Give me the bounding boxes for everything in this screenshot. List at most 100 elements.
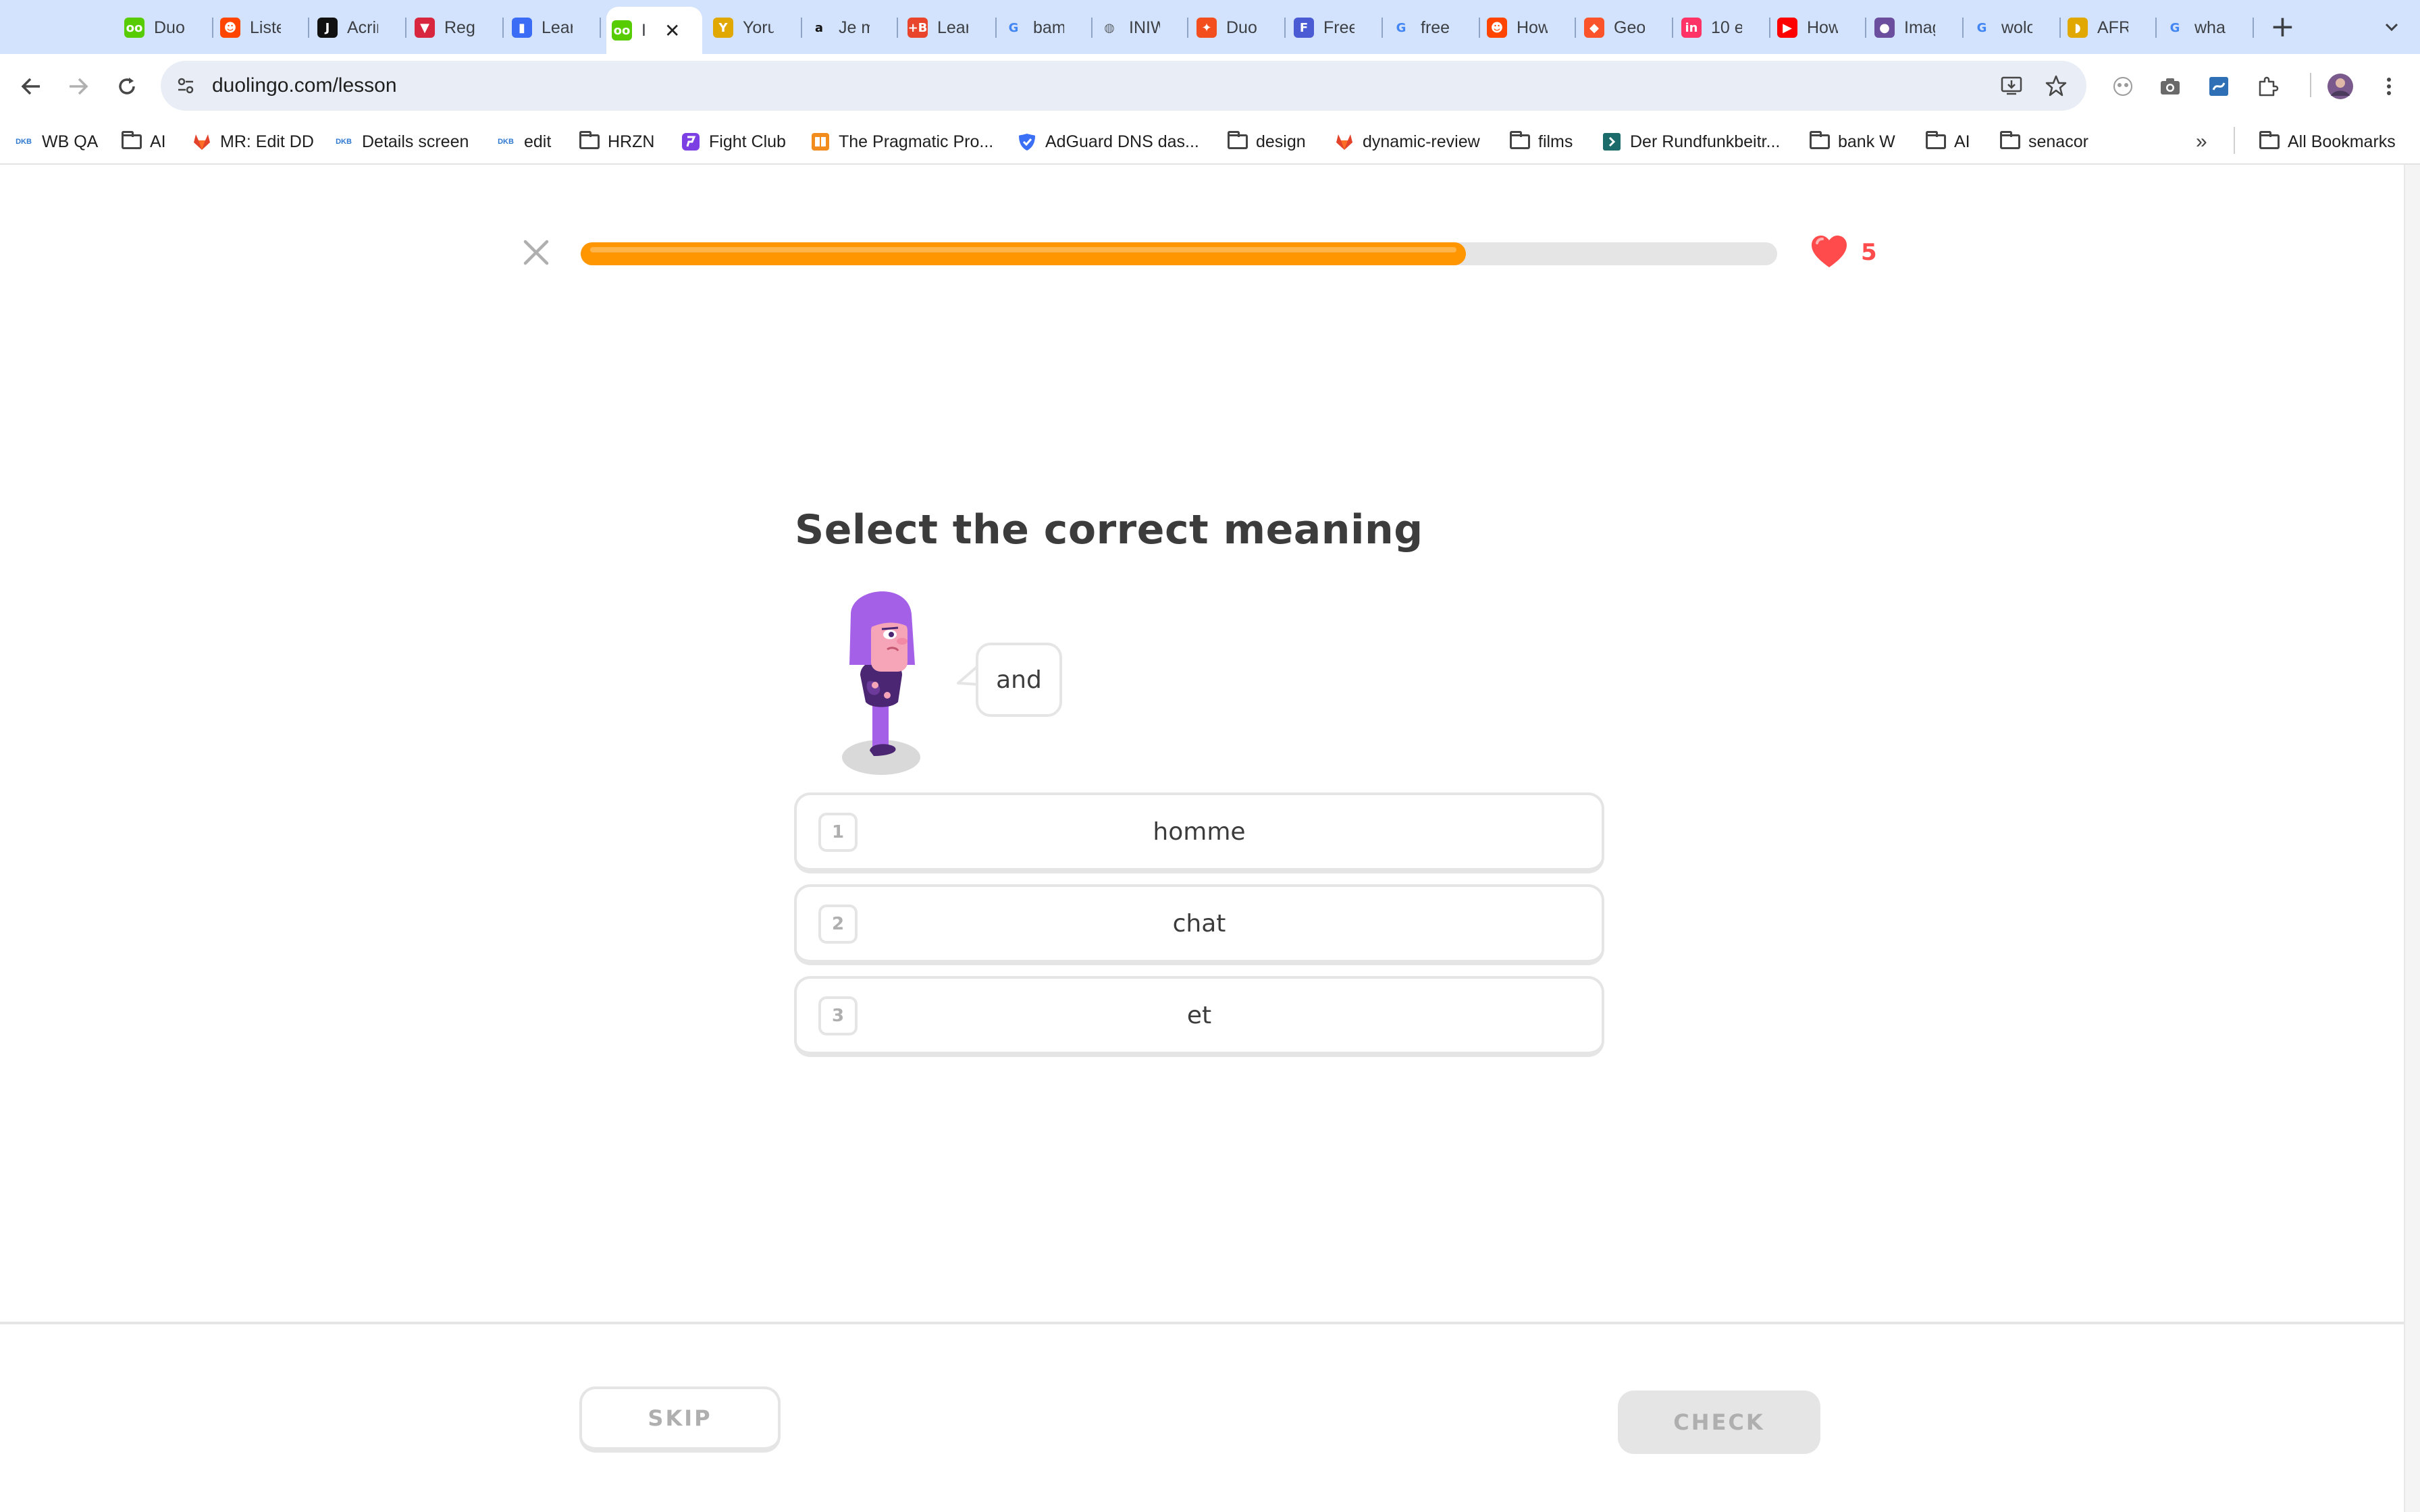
browser-tab[interactable]: in 10 e <box>1676 9 1770 46</box>
bookmark-item[interactable]: DKB Details screen <box>334 128 469 155</box>
hearts-count: 5 <box>1861 239 1877 266</box>
all-bookmarks-label: All Bookmarks <box>2288 132 2396 151</box>
bookmark-item[interactable]: senacor <box>2000 128 2088 155</box>
close-lesson-icon[interactable] <box>520 236 552 269</box>
tab-title: I <box>641 20 646 40</box>
bookmark-label: AdGuard DNS das... <box>1045 132 1199 151</box>
browser-tab[interactable]: ☻ How <box>1481 9 1576 46</box>
bookmark-item[interactable]: HRZN <box>579 128 654 155</box>
bookmark-item[interactable]: MR: Edit DD <box>192 128 314 155</box>
bookmark-label: edit <box>524 132 552 151</box>
browser-tab[interactable]: ◗ AFR <box>2062 9 2157 46</box>
browser-tab[interactable]: oo Duol <box>119 9 213 46</box>
choice-label: homme <box>1153 818 1246 846</box>
browser-tab[interactable]: Y Yoru <box>708 9 802 46</box>
bookmark-item[interactable]: dynamic-review <box>1334 128 1480 155</box>
bookmark-item[interactable]: Fight Club <box>681 128 786 155</box>
speech-bubble[interactable]: and <box>976 643 1062 717</box>
camera-icon[interactable] <box>2154 70 2186 103</box>
reddit-icon: ☻ <box>220 18 240 38</box>
bookmark-item[interactable]: The Pragmatic Pro... <box>810 128 993 155</box>
avatar-icon: ● <box>1874 18 1895 38</box>
tab-separator <box>1382 18 1383 38</box>
bookmark-star-icon[interactable] <box>2042 72 2070 100</box>
browser-tab[interactable]: a Je m <box>804 9 898 46</box>
bookmark-item[interactable]: AI <box>1926 128 1970 155</box>
tab-title: How <box>1807 18 1838 37</box>
profile-avatar-icon[interactable] <box>2324 70 2357 103</box>
bookmark-item[interactable]: AI <box>122 128 166 155</box>
tab-title: Liste <box>250 18 281 37</box>
more-bookmarks-button[interactable]: » <box>2196 128 2207 155</box>
tab-separator <box>1672 18 1673 38</box>
bookmarks-bar: DKB WB QA AI MR: Edit DD DKB Details screen DK… <box>0 119 2420 165</box>
all-bookmarks-button[interactable]: All Bookmarks <box>2259 128 2396 155</box>
browser-tab[interactable]: ◍ INIW <box>1094 9 1188 46</box>
browser-tab[interactable]: ▶ How <box>1772 9 1866 46</box>
bookmark-item[interactable]: films <box>1510 128 1573 155</box>
bookmark-label: AI <box>1954 132 1970 151</box>
browser-tab[interactable]: oo I ✕ <box>606 7 702 54</box>
bookmark-label: HRZN <box>608 132 655 151</box>
browser-tab[interactable]: ▮ Lear <box>506 9 601 46</box>
close-tab-icon[interactable]: ✕ <box>664 20 680 42</box>
tab-separator <box>1091 18 1093 38</box>
browser-tab[interactable]: Gfree <box>1386 9 1480 46</box>
bookmark-item[interactable]: bank W <box>1810 128 1895 155</box>
browser-tab[interactable]: J Acrir <box>312 9 406 46</box>
dkb-icon: DKB <box>16 138 32 146</box>
browser-tab[interactable]: ✦ Duol <box>1191 9 1286 46</box>
back-arrow-icon[interactable] <box>14 69 49 104</box>
browser-tab[interactable]: ● Imag <box>1869 9 1964 46</box>
folder-icon <box>2259 131 2280 151</box>
browser-tab[interactable]: +B Lear <box>902 9 997 46</box>
bookmark-item[interactable]: DKB edit <box>496 128 551 155</box>
extension-owl-icon[interactable] <box>2107 70 2139 103</box>
bookmark-item[interactable]: design <box>1228 128 1306 155</box>
tab-title: Geo <box>1614 18 1645 37</box>
tab-separator <box>1479 18 1480 38</box>
browser-tab[interactable]: ☻ Liste <box>215 9 309 46</box>
new-tab-button[interactable]: + <box>2270 11 2295 43</box>
chrome-menu-icon[interactable] <box>2373 70 2405 103</box>
site-settings-icon[interactable] <box>170 70 201 101</box>
choice-option-1[interactable]: 1 homme <box>794 792 1604 873</box>
folder-icon <box>1926 131 1946 151</box>
folder-icon <box>1810 131 1830 151</box>
address-bar[interactable]: duolingo.com/lesson <box>161 61 2086 111</box>
bookmark-label: films <box>1538 132 1573 151</box>
browser-tab[interactable]: Gwha <box>2159 9 2254 46</box>
extensions-puzzle-icon[interactable] <box>2251 70 2284 103</box>
bookmark-item[interactable]: Der Rundfunkbeitr... <box>1602 128 1780 155</box>
google-icon: G <box>2169 20 2180 35</box>
tab-title: wolo <box>2001 18 2032 37</box>
install-app-icon[interactable] <box>1997 72 2026 100</box>
choice-option-2[interactable]: 2 chat <box>794 884 1604 965</box>
tab-separator <box>801 18 802 38</box>
page-scrollbar[interactable] <box>2404 165 2420 1512</box>
reload-icon[interactable] <box>109 69 144 104</box>
browser-tab[interactable]: ▼ Rega <box>409 9 504 46</box>
check-button[interactable]: CHECK <box>1618 1390 1820 1454</box>
browser-tab[interactable]: ◆ Geo <box>1579 9 1673 46</box>
tab-separator <box>405 18 406 38</box>
forward-arrow-icon[interactable] <box>61 69 96 104</box>
tab-title: wha <box>2194 18 2226 37</box>
browser-tab[interactable]: F Free <box>1288 9 1383 46</box>
heart-icon <box>1810 234 1849 270</box>
browser-tab[interactable]: Gwolo <box>1966 9 2061 46</box>
bookmark-item[interactable]: DKB WB QA <box>14 128 98 155</box>
tab-separator <box>1769 18 1770 38</box>
tab-separator <box>995 18 997 38</box>
choice-option-3[interactable]: 3 et <box>794 976 1604 1057</box>
tab-search-chevron-icon[interactable] <box>2377 12 2406 42</box>
screen-extension-icon[interactable] <box>2203 70 2235 103</box>
browser-tab[interactable]: Gbam <box>998 9 1093 46</box>
tab-separator <box>1962 18 1964 38</box>
skip-button[interactable]: SKIP <box>579 1386 781 1453</box>
bookmark-item[interactable]: AdGuard DNS das... <box>1017 128 1199 155</box>
tab-title: 10 e <box>1711 18 1742 37</box>
dkb-icon: DKB <box>498 138 514 146</box>
url-text[interactable]: duolingo.com/lesson <box>212 74 397 97</box>
lily-character-illustration <box>831 574 932 783</box>
